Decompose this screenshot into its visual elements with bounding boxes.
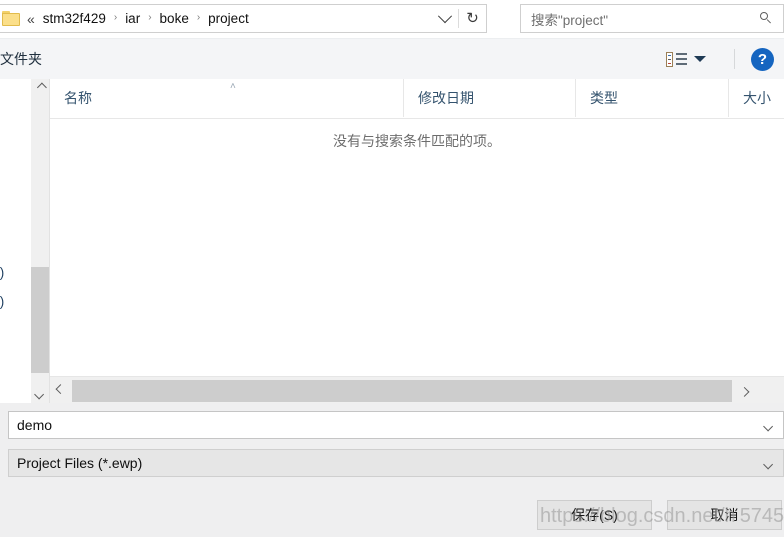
cancel-button[interactable]: 取消 — [667, 500, 782, 530]
address-bar[interactable]: « stm32f429 › iar › boke › project ↻ — [0, 4, 487, 33]
file-list-horizontal-scrollbar[interactable] — [50, 376, 784, 404]
search-icon — [760, 12, 773, 25]
chevron-right-icon — [739, 386, 749, 397]
nav-item-drive-2[interactable]: :) — [0, 294, 4, 309]
breadcrumb-item-stm32f429[interactable]: stm32f429 — [40, 9, 109, 28]
chevron-down-icon — [437, 8, 452, 23]
breadcrumb-item-iar[interactable]: iar — [122, 9, 143, 28]
scroll-down-button[interactable] — [31, 386, 49, 403]
vertical-scrollbar-thumb[interactable] — [31, 267, 49, 373]
chevron-down-icon — [33, 389, 44, 400]
nav-item-drive-1[interactable]: :) — [0, 265, 4, 280]
navigation-bar: « stm32f429 › iar › boke › project ↻ 搜索" — [0, 0, 784, 38]
breadcrumb-item-boke[interactable]: boke — [157, 9, 192, 28]
save-button[interactable]: 保存(S) — [537, 500, 652, 530]
column-header-size[interactable]: 大小 — [728, 79, 784, 117]
breadcrumb-separator[interactable]: › — [143, 12, 156, 23]
help-icon[interactable]: ? — [751, 47, 774, 71]
chevron-down-icon[interactable] — [763, 456, 774, 471]
breadcrumb-back-chevrons[interactable]: « — [27, 11, 40, 27]
search-input[interactable]: 搜索"project" — [531, 9, 608, 29]
breadcrumb: « stm32f429 › iar › boke › project — [27, 9, 252, 28]
column-header-name[interactable]: 名称 ˄ — [50, 79, 403, 117]
scroll-left-button[interactable] — [50, 377, 70, 404]
chevron-down-icon[interactable] — [763, 418, 774, 433]
navigation-pane-vertical-scrollbar[interactable] — [30, 79, 49, 403]
search-box[interactable]: 搜索"project" — [520, 4, 784, 33]
filename-field[interactable]: demo — [8, 411, 784, 439]
breadcrumb-item-project[interactable]: project — [205, 9, 252, 28]
file-list-header: 名称 ˄ 修改日期 类型 大小 — [50, 79, 784, 119]
scroll-up-button[interactable] — [31, 79, 49, 96]
caret-down-icon[interactable] — [694, 56, 706, 62]
folder-icon — [2, 11, 20, 26]
dialog-buttons: 保存(S) 取消 — [0, 498, 784, 537]
horizontal-scrollbar-thumb[interactable] — [72, 379, 732, 402]
scroll-right-button[interactable] — [734, 377, 754, 404]
address-bar-actions: ↻ — [431, 5, 486, 32]
column-header-date-modified-label: 修改日期 — [418, 90, 474, 106]
filename-input[interactable]: demo — [17, 417, 52, 433]
toolbar: 文件夹 ? — [0, 38, 784, 79]
new-folder-button[interactable]: 文件夹 — [0, 45, 48, 73]
sort-indicator-icon: ˄ — [230, 81, 236, 92]
filetype-dropdown[interactable]: Project Files (*.ewp) — [8, 449, 784, 477]
column-header-date-modified[interactable]: 修改日期 — [403, 79, 575, 117]
breadcrumb-separator[interactable]: › — [192, 12, 205, 23]
save-file-dialog: « stm32f429 › iar › boke › project ↻ 搜索" — [0, 0, 784, 537]
chevron-up-icon — [36, 82, 47, 93]
view-options-icon[interactable] — [666, 51, 688, 68]
toolbar-divider — [734, 49, 735, 69]
toolbar-right-group: ? — [666, 47, 784, 71]
breadcrumb-separator[interactable]: › — [109, 12, 122, 23]
refresh-icon: ↻ — [466, 10, 479, 27]
column-header-type[interactable]: 类型 — [575, 79, 728, 117]
column-header-size-label: 大小 — [743, 90, 771, 106]
address-history-dropdown-button[interactable] — [431, 5, 458, 32]
filetype-value: Project Files (*.ewp) — [17, 455, 143, 471]
refresh-button[interactable]: ↻ — [459, 5, 486, 32]
chevron-left-icon — [55, 384, 65, 395]
column-header-name-label: 名称 — [64, 90, 92, 106]
file-list-pane: 名称 ˄ 修改日期 类型 大小 没有与搜索条件匹配的项。 — [50, 79, 784, 376]
column-header-type-label: 类型 — [590, 90, 618, 106]
navigation-pane: :) :) — [0, 79, 30, 375]
empty-list-message: 没有与搜索条件匹配的项。 — [333, 133, 501, 149]
